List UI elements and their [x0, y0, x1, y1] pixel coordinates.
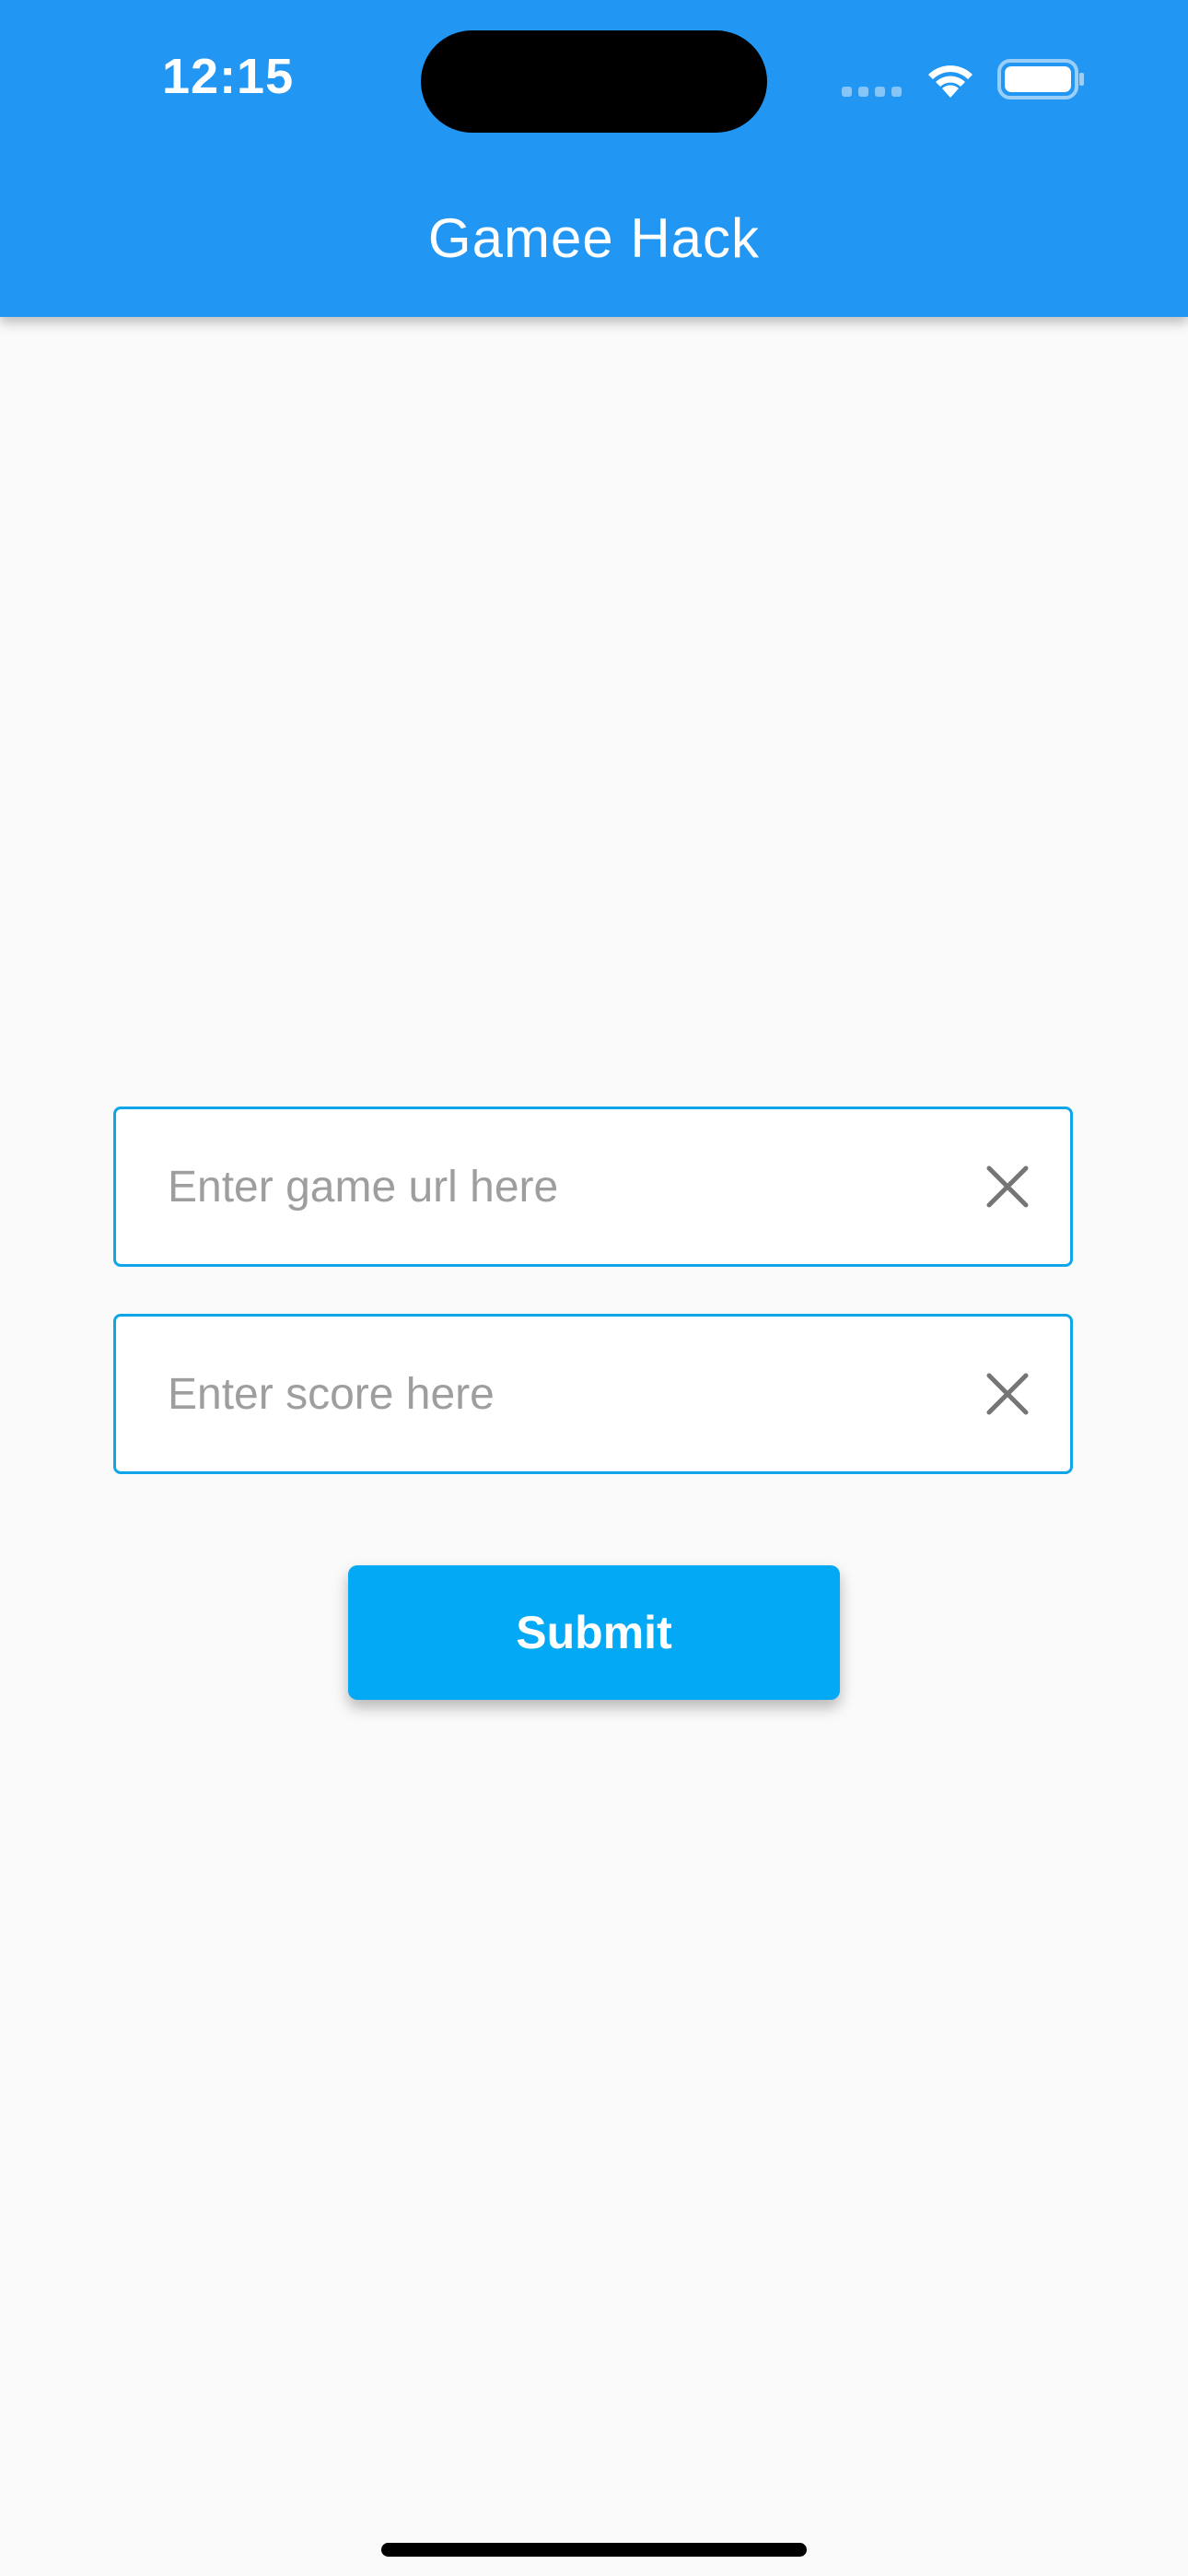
battery-icon — [997, 59, 1084, 100]
page-title: Gamee Hack — [427, 207, 761, 269]
game-url-input[interactable] — [168, 1109, 978, 1264]
close-icon[interactable] — [984, 1370, 1031, 1418]
status-time: 12:15 — [162, 49, 295, 104]
wifi-icon — [928, 65, 973, 98]
cellular-signal-icon — [842, 87, 902, 97]
close-icon[interactable] — [984, 1163, 1031, 1211]
home-indicator[interactable] — [381, 2543, 807, 2557]
score-field[interactable] — [113, 1314, 1073, 1474]
app-bar: 12:15 Gamee Hack — [0, 0, 1188, 317]
game-url-field[interactable] — [113, 1107, 1073, 1267]
submit-button[interactable]: Submit — [348, 1565, 840, 1700]
score-input[interactable] — [168, 1317, 978, 1471]
app-screen: 12:15 Gamee Hack Submit — [0, 0, 1188, 2576]
dynamic-island — [421, 30, 767, 133]
